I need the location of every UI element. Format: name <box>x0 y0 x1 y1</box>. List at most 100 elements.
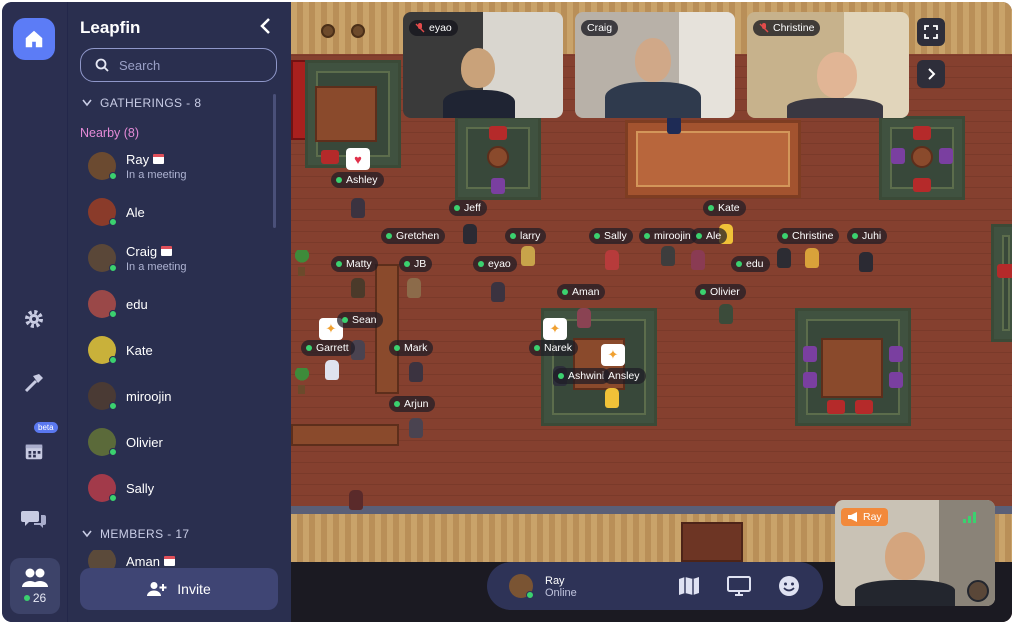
name-tag[interactable]: Christine <box>777 228 840 244</box>
video-tile[interactable]: Craig <box>575 12 735 118</box>
search-input[interactable]: Search <box>80 48 277 82</box>
chat-icon <box>21 511 46 528</box>
avatar <box>88 382 117 410</box>
avatar-sprite[interactable] <box>351 278 365 298</box>
avatar-sprite[interactable] <box>349 490 363 510</box>
emoji-button[interactable] <box>777 574 801 598</box>
name-tag[interactable]: eyao <box>473 256 517 272</box>
video-name-text: Christine <box>773 22 815 34</box>
online-status-dot <box>109 264 117 272</box>
video-name-label: Christine <box>753 20 821 36</box>
avatar-sprite[interactable] <box>605 250 619 270</box>
calendar-button[interactable] <box>13 430 55 472</box>
avatar-sprite[interactable] <box>859 252 873 272</box>
name-tag-text: Olivier <box>710 286 740 298</box>
participant-face <box>461 48 495 88</box>
name-tag[interactable]: Jeff <box>449 200 487 216</box>
expand-video-button[interactable] <box>917 18 945 46</box>
chevron-down-icon <box>82 99 92 107</box>
list-item-person[interactable]: edu <box>88 284 278 324</box>
chat-button[interactable] <box>13 498 55 540</box>
video-tile[interactable]: eyao <box>403 12 563 118</box>
self-avatar[interactable] <box>509 574 534 599</box>
chevron-left-icon <box>260 18 270 34</box>
gatherings-header[interactable]: GATHERINGS - 8 <box>82 96 201 110</box>
list-item-person[interactable]: Ray In a meeting <box>88 146 278 186</box>
left-rail: beta 26 <box>2 2 68 622</box>
avatar <box>88 244 117 272</box>
avatar-sprite[interactable] <box>691 250 705 270</box>
list-item-person[interactable]: miroojin <box>88 376 278 416</box>
avatar <box>88 336 117 364</box>
game-map[interactable]: ♥ ✦ ✦ ✦ Ashley Jeff Kate Gretchen larry … <box>291 2 1012 622</box>
avatar-sprite[interactable] <box>409 362 423 382</box>
name-tag[interactable]: Aman <box>557 284 606 300</box>
name-tag[interactable]: Matty <box>331 256 378 272</box>
avatar-sprite[interactable] <box>463 224 477 244</box>
build-button[interactable] <box>13 362 55 404</box>
person-status: In a meeting <box>126 260 187 273</box>
name-tag[interactable]: edu <box>731 256 770 272</box>
name-tag[interactable]: Juhi <box>847 228 888 244</box>
name-tag-text: miroojin <box>654 230 691 242</box>
participant-body <box>787 98 883 118</box>
avatar-sprite[interactable] <box>407 278 421 298</box>
name-tag-text: Mark <box>404 342 428 354</box>
list-item-person[interactable]: Ale <box>88 192 278 232</box>
invite-button[interactable]: Invite <box>80 568 278 610</box>
person-name-text: Sally <box>126 480 155 496</box>
participants-button[interactable]: 26 <box>10 558 60 614</box>
person-name: miroojin <box>126 389 172 404</box>
name-tag[interactable]: Ansley <box>603 368 646 384</box>
video-tile[interactable]: Christine <box>747 12 909 118</box>
name-tag[interactable]: Olivier <box>695 284 746 300</box>
avatar-sprite[interactable] <box>719 304 733 324</box>
avatar-sprite[interactable] <box>521 246 535 266</box>
list-item-person[interactable]: Olivier <box>88 422 278 462</box>
avatar-sprite[interactable] <box>805 248 819 268</box>
name-tag[interactable]: Narek <box>529 340 579 356</box>
name-tag[interactable]: JB <box>399 256 433 272</box>
list-item-person[interactable]: Kate <box>88 330 278 370</box>
name-tag[interactable]: larry <box>505 228 547 244</box>
name-tag[interactable]: Sally <box>589 228 633 244</box>
avatar-sprite[interactable] <box>577 308 591 328</box>
gear-icon <box>25 310 43 328</box>
list-item-person[interactable]: Craig In a meeting <box>88 238 278 278</box>
list-item-person[interactable]: Sally <box>88 468 278 508</box>
collapse-sidebar-button[interactable] <box>256 16 276 36</box>
name-tag[interactable]: Sean <box>337 312 383 328</box>
person-name: Craig <box>126 244 187 259</box>
avatar-sprite[interactable] <box>605 388 619 408</box>
app-window: beta 26 Leapfin Search GATHERINGS - 8 Ne… <box>2 2 1012 622</box>
person-name: Olivier <box>126 435 163 450</box>
megaphone-icon <box>848 512 857 522</box>
name-tag[interactable]: Kate <box>703 200 746 216</box>
name-tag-text: eyao <box>488 258 511 270</box>
next-video-button[interactable] <box>917 60 945 88</box>
avatar-sprite[interactable] <box>325 360 339 380</box>
self-video-tile[interactable]: Ray <box>835 500 995 606</box>
name-tag[interactable]: Arjun <box>389 396 435 412</box>
map-button[interactable] <box>677 574 701 598</box>
name-tag[interactable]: miroojin <box>639 228 697 244</box>
name-tag[interactable]: Mark <box>389 340 434 356</box>
screen-share-button[interactable] <box>727 574 751 598</box>
name-tag[interactable]: Garrett <box>301 340 355 356</box>
name-tag[interactable]: Ale <box>691 228 728 244</box>
avatar-sprite[interactable] <box>661 246 675 266</box>
participant-body <box>855 580 955 606</box>
avatar-sprite[interactable] <box>777 248 791 268</box>
calendar-icon <box>161 246 173 256</box>
name-tag[interactable]: Ashley <box>331 172 384 188</box>
avatar-sprite[interactable] <box>351 198 365 218</box>
avatar-sprite[interactable] <box>491 282 505 302</box>
members-header[interactable]: MEMBERS - 17 <box>82 527 190 541</box>
bench-table <box>291 424 399 446</box>
home-button[interactable] <box>13 18 55 60</box>
name-tag[interactable]: Ashwini <box>553 368 611 384</box>
map-door[interactable] <box>681 522 743 562</box>
avatar-sprite[interactable] <box>409 418 423 438</box>
settings-button[interactable] <box>13 298 55 340</box>
name-tag[interactable]: Gretchen <box>381 228 446 244</box>
